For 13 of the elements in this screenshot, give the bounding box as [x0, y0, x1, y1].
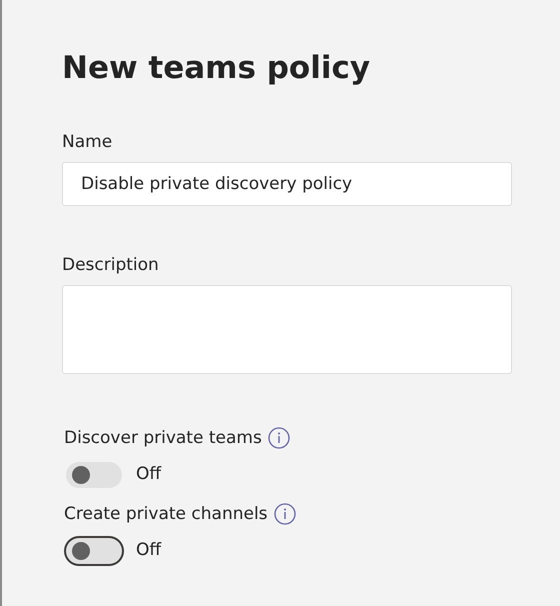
- description-field[interactable]: [62, 285, 512, 374]
- info-icon[interactable]: [274, 503, 296, 525]
- field-label: Description: [62, 254, 160, 277]
- setting-label: Discover private teams: [64, 427, 262, 450]
- toggle-switch[interactable]: [66, 462, 122, 488]
- field-label: Name: [62, 131, 114, 154]
- page-title: New teams policy: [62, 49, 372, 88]
- setting-label: Create private channels: [64, 503, 268, 526]
- toggle-state: Off: [136, 539, 162, 562]
- info-icon[interactable]: [268, 427, 290, 449]
- name-field[interactable]: Disable private discovery policy: [62, 162, 512, 206]
- toggle-state: Off: [136, 463, 162, 486]
- toggle-switch[interactable]: [66, 538, 122, 564]
